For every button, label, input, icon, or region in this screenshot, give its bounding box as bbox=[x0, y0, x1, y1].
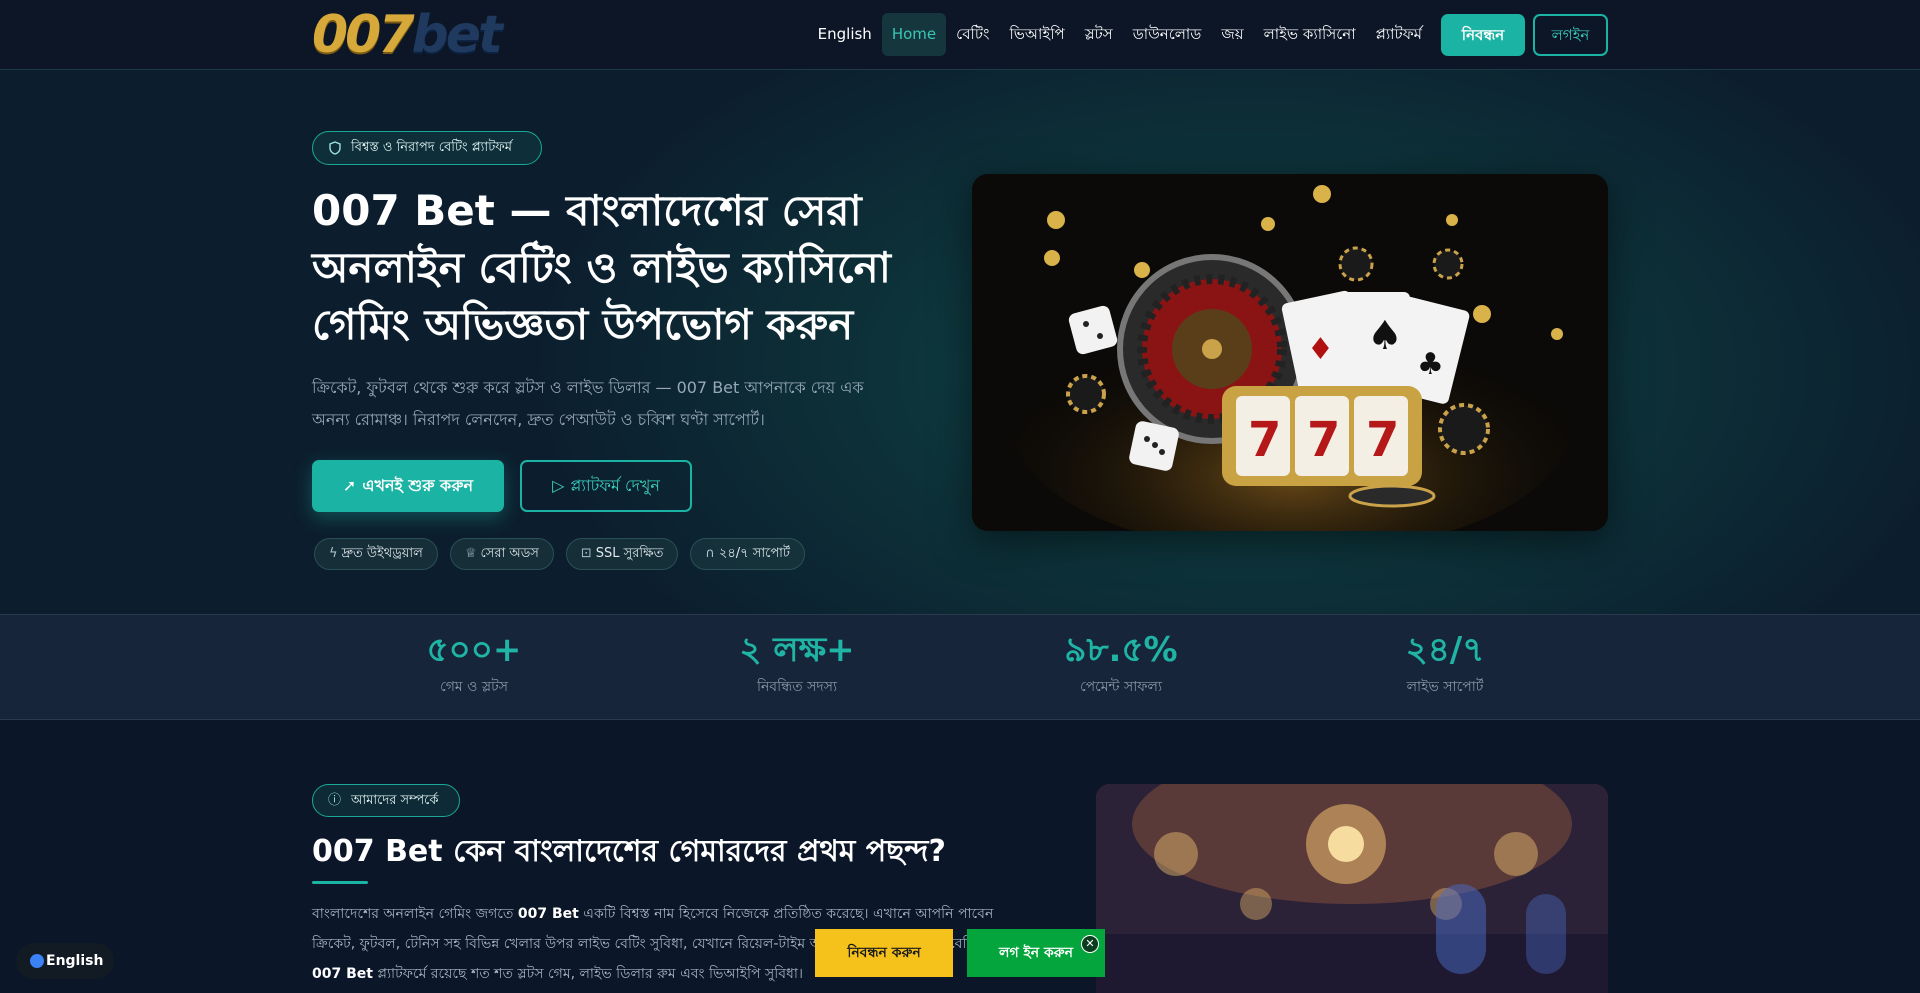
stat-label: পেমেন্ট সাফল্য bbox=[1079, 679, 1163, 695]
about-title: 007 Bet কেন বাংলাদেশের গেমারদের প্রথম পছ… bbox=[312, 834, 946, 869]
svg-text:♣: ♣ bbox=[1417, 347, 1444, 382]
top-navbar: 007bet English Home বেটিং ভিআইপি স্লটস ড… bbox=[0, 0, 1920, 70]
hero-section: বিশ্বস্ত ও নিরাপদ বেটিং প্ল্যাটফর্ম 007 … bbox=[0, 70, 1920, 614]
view-platform-label: প্ল্যাটফর্ম দেখুন bbox=[570, 476, 660, 495]
about-badge-label: আমাদের সম্পর্কে bbox=[351, 793, 439, 808]
chip-label: SSL সুরক্ষিত bbox=[595, 546, 664, 561]
stat-live-support: ২৪/৭ লাইভ সাপোর্ট bbox=[1345, 615, 1545, 699]
sticky-register-button[interactable]: নিবন্ধন করুন bbox=[815, 929, 953, 977]
stat-value: ৯৮.৫% bbox=[1064, 630, 1178, 670]
language-switcher[interactable]: English bbox=[16, 943, 114, 979]
nav-link-live-casino[interactable]: লাইভ ক্যাসিনো bbox=[1254, 13, 1366, 56]
stats-bar: ৫০০+ গেম ও স্লটস ২ লক্ষ+ নিবন্ধিত সদস্য … bbox=[0, 614, 1920, 720]
svg-text:7: 7 bbox=[1307, 412, 1340, 468]
brand-name: 007 Bet bbox=[517, 906, 579, 922]
stat-label: গেম ও স্লটস bbox=[440, 679, 508, 695]
trophy-icon: ♕ bbox=[464, 546, 477, 561]
feature-chips: ϟ দ্রুত উইথড্রয়াল ♕ সেরা অডস ⊡ SSL সুরক্ষি… bbox=[314, 538, 806, 570]
about-badge: ⓘ আমাদের সম্পর্কে bbox=[312, 784, 460, 817]
login-button[interactable]: লগইন bbox=[1533, 14, 1608, 56]
headset-icon: ∩ bbox=[705, 546, 715, 561]
svg-text:♦: ♦ bbox=[1307, 332, 1334, 367]
stat-value: ২৪/৭ bbox=[1405, 630, 1485, 670]
chip-ssl: ⊡ SSL সুরক্ষিত bbox=[565, 538, 679, 570]
start-now-label: এখনই শুরু করুন bbox=[362, 476, 474, 495]
svg-text:♠: ♠ bbox=[1367, 313, 1403, 359]
casino-hero-image: ♠ ♦ ♣ 7 7 7 bbox=[972, 174, 1608, 531]
svg-text:7: 7 bbox=[1366, 412, 1399, 468]
nav-link-home[interactable]: Home bbox=[881, 13, 947, 56]
nav-link-platform[interactable]: প্ল্যাটফর্ম bbox=[1366, 13, 1432, 56]
nav-link-vip[interactable]: ভিআইপি bbox=[999, 13, 1074, 56]
chip-support: ∩ ২৪/৭ সাপোর্ট bbox=[690, 538, 806, 570]
brand-name: 007 Bet bbox=[312, 966, 373, 982]
play-circle-icon: ▷ bbox=[552, 476, 565, 495]
chip-fast-withdrawal: ϟ দ্রুত উইথড্রয়াল bbox=[314, 538, 438, 570]
nav-link-win[interactable]: জয় bbox=[1211, 13, 1253, 56]
stat-label: লাইভ সাপোর্ট bbox=[1406, 679, 1484, 695]
language-label: English bbox=[46, 953, 104, 969]
chip-label: সেরা অডস bbox=[480, 546, 539, 561]
trust-badge: বিশ্বস্ত ও নিরাপদ বেটিং প্ল্যাটফর্ম bbox=[312, 131, 542, 165]
nav-link-english[interactable]: English bbox=[808, 13, 882, 56]
hero-title: 007 Bet — বাংলাদেশের সেরা অনলাইন বেটিং ও… bbox=[312, 186, 891, 349]
trust-badge-label: বিশ্বস্ত ও নিরাপদ বেটিং প্ল্যাটফর্ম bbox=[351, 140, 513, 155]
nav-links: English Home বেটিং ভিআইপি স্লটস ডাউনলোড … bbox=[808, 13, 1432, 56]
view-platform-button[interactable]: ▷ প্ল্যাটফর্ম দেখুন bbox=[520, 460, 692, 512]
hero-subtitle: ক্রিকেট, ফুটবল থেকে শুরু করে স্লটস ও লাই… bbox=[312, 378, 864, 429]
stat-members: ২ লক্ষ+ নিবন্ধিত সদস্য bbox=[697, 615, 897, 699]
start-now-button[interactable]: ➚ এখনই শুরু করুন bbox=[312, 460, 504, 512]
lock-icon: ⊡ bbox=[580, 546, 592, 561]
info-icon: ⓘ bbox=[328, 793, 342, 808]
nav-link-download[interactable]: ডাউনলোড bbox=[1123, 13, 1212, 56]
stat-value: ৫০০+ bbox=[426, 630, 522, 670]
chip-label: দ্রুত উইথড্রয়াল bbox=[341, 546, 423, 561]
rocket-icon: ➚ bbox=[342, 476, 357, 495]
svg-text:7: 7 bbox=[1248, 412, 1281, 468]
chip-label: ২৪/৭ সাপোর্ট bbox=[718, 546, 791, 561]
stat-games: ৫০০+ গেম ও স্লটস bbox=[374, 615, 574, 699]
bolt-icon: ϟ bbox=[329, 546, 338, 561]
shield-icon bbox=[329, 132, 341, 167]
title-underline bbox=[312, 881, 368, 884]
globe-icon bbox=[30, 954, 44, 968]
register-button[interactable]: নিবন্ধন bbox=[1441, 14, 1525, 56]
stat-payment-success: ৯৮.৫% পেমেন্ট সাফল্য bbox=[1021, 615, 1221, 699]
chip-best-odds: ♕ সেরা অডস bbox=[449, 538, 554, 570]
stat-label: নিবন্ধিত সদস্য bbox=[756, 679, 838, 695]
stat-value: ২ লক্ষ+ bbox=[739, 630, 855, 670]
nav-link-betting[interactable]: বেটিং bbox=[946, 13, 999, 56]
casino-interior-image bbox=[1096, 784, 1608, 993]
close-icon[interactable]: ✕ bbox=[1081, 935, 1099, 953]
nav-link-slots[interactable]: স্লটস bbox=[1075, 13, 1123, 56]
site-logo[interactable]: 007bet bbox=[312, 8, 503, 62]
